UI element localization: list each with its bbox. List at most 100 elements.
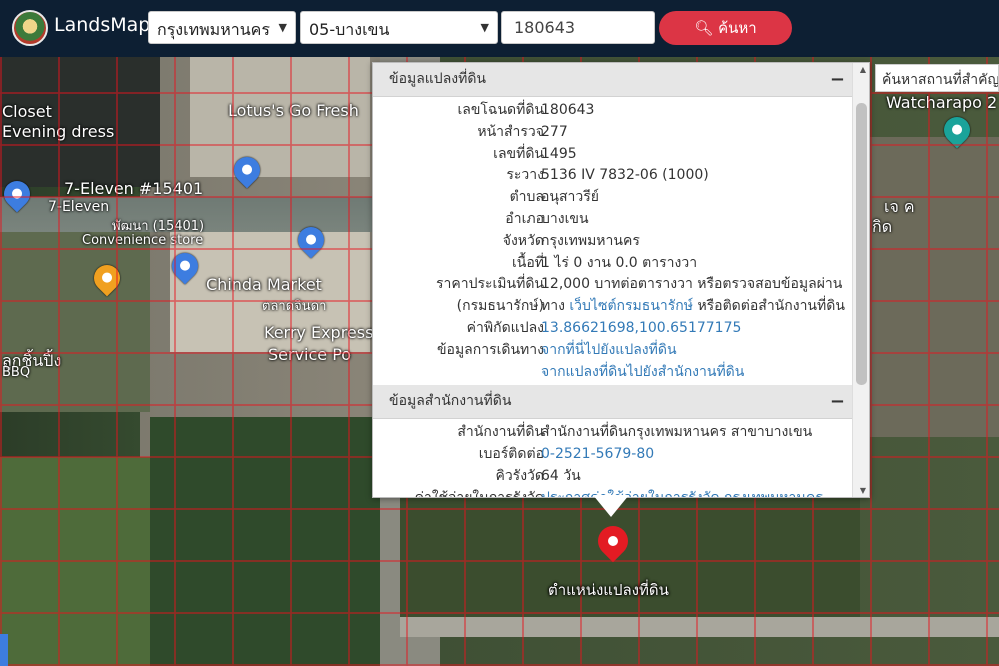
pin-label: ตำแหน่งแปลงที่ดิน	[548, 581, 669, 599]
info-value: อนุสาวรีย์	[541, 189, 599, 206]
info-row: ตำบล อนุสาวรีย์	[373, 187, 869, 209]
place-search-input[interactable]: ค้นหาสถานที่สำคัญ	[875, 64, 999, 92]
info-row: (กรมธนารักษ์) ทาง เว็บไซต์กรมธนารักษ์ หรื…	[373, 296, 869, 318]
info-label: เลขที่ดิน	[493, 145, 544, 162]
map-label: Kerry Express	[264, 323, 374, 342]
map-trees	[150, 417, 380, 666]
top-bar: LandsMaps กรุงเทพมหานคร ▼ 05-บางเขน ▼ 18…	[0, 0, 999, 57]
scrollbar-thumb[interactable]	[856, 103, 867, 385]
map-label: Convenience store	[82, 233, 204, 248]
search-button-label: ค้นหา	[718, 19, 757, 37]
info-label: (กรมธนารักษ์)	[456, 298, 544, 315]
land-office-rows: สำนักงานที่ดิน สำนักงานที่ดินกรุงเทพมหานค…	[373, 419, 869, 498]
info-label: ตำบล	[509, 189, 544, 206]
parcel-info-header[interactable]: ข้อมูลแปลงที่ดิน −	[373, 63, 869, 97]
info-row: สำนักงานที่ดิน สำนักงานที่ดินกรุงเทพมหานค…	[373, 422, 869, 444]
survey-fee-link[interactable]: ประกาศค่าใช้จ่ายในการรังวัด กรุงเทพมหานค…	[541, 488, 823, 497]
search-icon: 🔍︎	[694, 19, 714, 37]
deed-number-input[interactable]: 180643	[501, 11, 655, 44]
brand-name[interactable]: LandsMaps	[54, 14, 160, 36]
province-select-value: กรุงเทพมหานคร	[157, 20, 270, 39]
popup-pointer	[593, 495, 629, 517]
directions-to-office-link[interactable]: จากแปลงที่ดินไปยังสำนักงานที่ดิน	[541, 362, 744, 384]
info-label: ระวาง	[506, 167, 544, 184]
info-label: ค่าใช้จ่ายในการรังวัด	[414, 489, 544, 498]
info-label: คิวรังวัด	[495, 467, 544, 484]
map-label: ตลาดจินดา	[262, 299, 327, 314]
info-value: กรุงเทพมหานคร	[541, 232, 640, 249]
map-road	[400, 617, 999, 637]
info-row: เลขโฉนดที่ดิน 180643	[373, 100, 869, 122]
info-value-prefix: ทาง	[541, 298, 565, 315]
info-label: เลขโฉนดที่ดิน	[457, 102, 544, 118]
info-value: สำนักงานที่ดินกรุงเทพมหานคร สาขาบางเขน	[541, 424, 813, 441]
phone-link[interactable]: 0-2521-5679-80	[541, 444, 654, 466]
side-panel-tab[interactable]	[0, 634, 8, 666]
map-label: Evening dress	[2, 122, 115, 141]
scroll-down-icon[interactable]: ▼	[860, 486, 866, 495]
map-label: Service Po	[268, 345, 352, 364]
cart-poi-icon[interactable]: ●	[292, 221, 330, 259]
info-label: เบอร์ติดต่อ	[478, 446, 544, 463]
map-label: Watcharapo 2	[886, 93, 998, 112]
map-label: BBQ	[2, 365, 31, 380]
map-label: Chinda Market	[206, 275, 322, 294]
info-row: หน้าสำรวจ 277	[373, 122, 869, 144]
info-label: หน้าสำรวจ	[477, 123, 544, 140]
info-row: จากแปลงที่ดินไปยังสำนักงานที่ดิน	[373, 362, 869, 384]
district-select[interactable]: 05-บางเขน ▼	[300, 11, 498, 44]
collapse-icon[interactable]: −	[830, 63, 845, 96]
info-label: อำเภอ	[505, 210, 544, 227]
info-row: เนื้อที่ 1 ไร่ 0 งาน 0.0 ตารางวา	[373, 253, 869, 275]
place-poi-icon[interactable]: ●	[938, 111, 976, 149]
info-value: 1495	[541, 145, 577, 162]
info-label: ราคาประเมินที่ดิน	[435, 276, 544, 293]
info-row: ข้อมูลการเดินทาง จากที่นี่ไปยังแปลงที่ดิน	[373, 340, 869, 362]
province-select[interactable]: กรุงเทพมหานคร ▼	[148, 11, 296, 44]
info-label: สำนักงานที่ดิน	[457, 424, 544, 441]
info-row: ราคาประเมินที่ดิน 12,000 บาทต่อตารางวา หร…	[373, 274, 869, 296]
map-label: Lotus's Go Fresh	[228, 101, 359, 120]
store-poi-icon[interactable]: ●	[166, 247, 204, 285]
info-row: คิวรังวัด 64 วัน	[373, 466, 869, 488]
popup-scrollbar[interactable]: ▲ ▼	[852, 63, 869, 497]
directions-to-parcel-link[interactable]: จากที่นี่ไปยังแปลงที่ดิน	[541, 340, 677, 362]
info-label: ค่าพิกัดแปลง	[466, 319, 544, 336]
info-row: จังหวัด กรุงเทพมหานคร	[373, 231, 869, 253]
land-office-header[interactable]: ข้อมูลสำนักงานที่ดิน −	[373, 385, 869, 420]
chevron-down-icon: ▼	[480, 21, 489, 34]
info-value: 12,000 บาทต่อตารางวา หรือตรวจสอบข้อมูลผ่…	[541, 276, 843, 293]
info-value: บางเขน	[541, 210, 589, 227]
landsmaps-logo[interactable]	[12, 10, 48, 46]
info-label: จังหวัด	[502, 232, 544, 249]
map-field	[0, 232, 150, 412]
chevron-down-icon: ▼	[278, 21, 287, 34]
info-value: 64 วัน	[541, 467, 581, 484]
coordinates-link[interactable]: 13.86621698,100.65177175	[541, 318, 741, 340]
map-building	[860, 137, 999, 437]
info-value: 180643	[541, 102, 595, 118]
info-row: เบอร์ติดต่อ 0-2521-5679-80	[373, 444, 869, 466]
parcel-info-popup: ข้อมูลแปลงที่ดิน − เลขโฉนดที่ดิน 180643 ห…	[372, 62, 870, 498]
info-label: เนื้อที่	[512, 254, 544, 271]
land-office-title: ข้อมูลสำนักงานที่ดิน	[389, 393, 512, 410]
map-label: 7-Eleven	[48, 199, 110, 215]
district-select-value: 05-บางเขน	[309, 20, 390, 39]
parcel-info-title: ข้อมูลแปลงที่ดิน	[389, 71, 487, 87]
scroll-up-icon[interactable]: ▲	[860, 65, 866, 74]
shop-poi-icon[interactable]: ●	[228, 151, 266, 189]
map-label: Closet	[2, 102, 52, 121]
map-field	[0, 457, 150, 666]
parcel-info-rows: เลขโฉนดที่ดิน 180643 หน้าสำรวจ 277 เลขที่ด…	[373, 97, 869, 385]
search-button[interactable]: 🔍︎ ค้นหา	[659, 11, 792, 45]
info-value: 1 ไร่ 0 งาน 0.0 ตารางวา	[541, 254, 698, 271]
info-row: ค่าพิกัดแปลง 13.86621698,100.65177175	[373, 318, 869, 340]
treasury-website-link[interactable]: เว็บไซต์กรมธนารักษ์	[569, 298, 693, 314]
food-poi-icon[interactable]: ●	[88, 259, 126, 297]
collapse-icon[interactable]: −	[830, 385, 845, 418]
info-value-suffix: หรือติดต่อสำนักงานที่ดิน	[697, 298, 845, 315]
info-label: ข้อมูลการเดินทาง	[436, 341, 544, 358]
map-label: กิด	[872, 217, 893, 236]
info-row: เลขที่ดิน 1495	[373, 144, 869, 166]
map-label: 7-Eleven #15401	[64, 179, 204, 198]
